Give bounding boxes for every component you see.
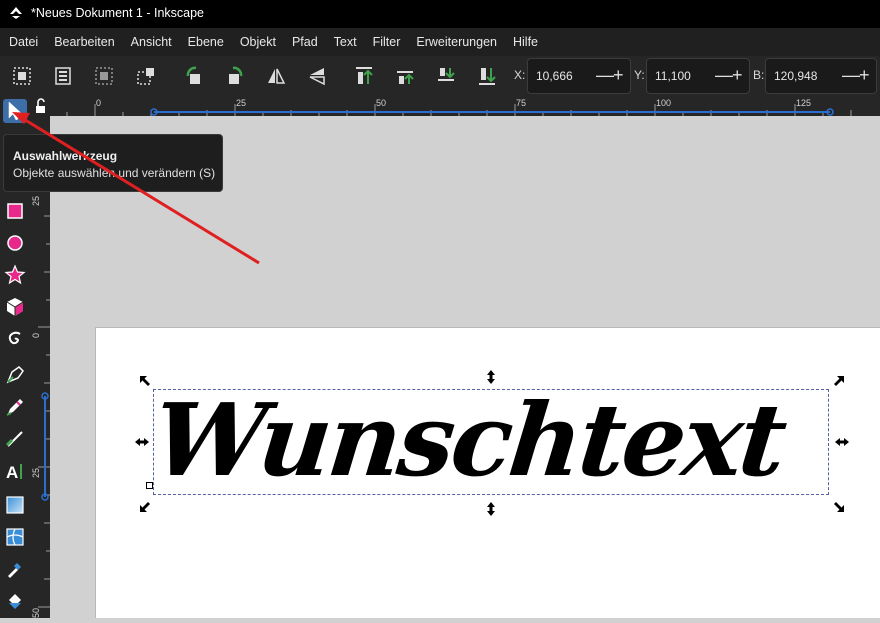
x-value: 10,666 [536, 69, 573, 83]
menu-erweiterungen[interactable]: Erweiterungen [407, 35, 504, 49]
deselect-icon[interactable] [92, 64, 116, 88]
gradient-tool-icon[interactable] [3, 493, 27, 517]
w-field[interactable]: 120,948 — + [765, 58, 877, 94]
menu-ebene[interactable]: Ebene [179, 35, 231, 49]
scale-handle-top-left-icon[interactable] [138, 374, 154, 390]
h-ruler-label: 0 [96, 98, 102, 108]
ruler-corner [30, 96, 50, 116]
pencil-tool-icon[interactable] [3, 395, 27, 419]
y-value: 11,100 [655, 69, 691, 83]
pen-tool-icon[interactable] [3, 363, 27, 387]
rotation-center-marker[interactable] [146, 482, 153, 489]
menu-pfad[interactable]: Pfad [283, 35, 325, 49]
v-ruler-label: 50 [31, 607, 41, 618]
scale-handle-bottom-left-icon[interactable] [138, 498, 154, 514]
menu-objekt[interactable]: Objekt [231, 35, 283, 49]
calligraphy-tool-icon[interactable] [3, 427, 27, 451]
select-tool-icon[interactable] [3, 99, 27, 123]
lock-icon[interactable] [30, 96, 50, 116]
x-minus-button[interactable]: — [596, 65, 614, 85]
raise-to-top-icon[interactable] [352, 64, 376, 88]
lower-to-bottom-icon[interactable] [475, 64, 499, 88]
rotate-cw-icon[interactable] [223, 64, 247, 88]
text-tool-icon[interactable]: A [3, 459, 27, 483]
menu-bearbeiten[interactable]: Bearbeiten [45, 35, 121, 49]
h-ruler-label: 75 [516, 98, 527, 108]
dropper-tool-icon[interactable] [3, 557, 27, 581]
horizontal-ruler-ticks [66, 104, 852, 116]
w-label: B: [753, 68, 765, 82]
flip-vertical-icon[interactable] [305, 64, 329, 88]
window-title: *Neues Dokument 1 - Inkscape [31, 6, 205, 20]
select-all-layers-icon[interactable] [51, 64, 75, 88]
h-ruler-label: 125 [796, 98, 812, 108]
y-plus-button[interactable]: + [732, 65, 743, 85]
3dbox-tool-icon[interactable] [3, 295, 27, 319]
menu-bar: Datei Bearbeiten Ansicht Ebene Objekt Pf… [0, 28, 880, 56]
menu-ansicht[interactable]: Ansicht [122, 35, 179, 49]
scale-handle-right-icon[interactable] [834, 434, 850, 450]
spiral-tool-icon[interactable] [3, 327, 27, 351]
h-ruler-label: 100 [656, 98, 672, 108]
w-plus-button[interactable]: + [859, 65, 870, 85]
v-ruler-label: 0 [31, 332, 41, 338]
mesh-tool-icon[interactable] [3, 525, 27, 549]
lower-icon[interactable] [434, 64, 458, 88]
scale-handle-bottom-icon[interactable] [483, 501, 499, 517]
canvas-text-object[interactable]: Wunschtext [147, 370, 791, 510]
inkscape-logo-icon [10, 7, 22, 19]
tool-controls-bar: X: 10,666 — + Y: 11,100 — + B: 120,948 —… [0, 56, 880, 96]
y-minus-button[interactable]: — [715, 65, 733, 85]
scale-handle-bottom-right-icon[interactable] [830, 498, 846, 514]
menu-datei[interactable]: Datei [0, 35, 45, 49]
rect-tool-icon[interactable] [3, 199, 27, 223]
tooltip-title: Auswahlwerkzeug [13, 149, 118, 163]
h-ruler-label: 25 [236, 98, 247, 108]
scale-handle-top-icon[interactable] [483, 369, 499, 385]
rotate-ccw-icon[interactable] [182, 64, 206, 88]
tooltip-description: Objekte auswählen und verändern (S) [13, 166, 216, 180]
raise-icon[interactable] [393, 64, 417, 88]
touch-select-icon[interactable] [134, 64, 158, 88]
y-field[interactable]: 11,100 — + [646, 58, 750, 94]
scale-handle-left-icon[interactable] [134, 434, 150, 450]
select-all-icon[interactable] [10, 64, 34, 88]
h-ruler-label: 50 [376, 98, 387, 108]
w-value: 120,948 [774, 69, 818, 83]
x-label: X: [514, 68, 526, 82]
paint-bucket-tool-icon[interactable] [3, 589, 27, 613]
star-tool-icon[interactable] [3, 263, 27, 287]
v-ruler-label: 25 [31, 195, 41, 206]
flip-horizontal-icon[interactable] [264, 64, 288, 88]
circle-tool-icon[interactable] [3, 231, 27, 255]
v-ruler-label: 25 [31, 467, 41, 478]
menu-text[interactable]: Text [325, 35, 364, 49]
tooltip: Auswahlwerkzeug Objekte auswählen und ve… [3, 134, 223, 192]
x-plus-button[interactable]: + [613, 65, 624, 85]
horizontal-ruler[interactable]: 0 25 50 75 100 125 [50, 96, 880, 116]
svg-text:A: A [6, 463, 18, 482]
menu-hilfe[interactable]: Hilfe [504, 35, 545, 49]
x-field[interactable]: 10,666 — + [527, 58, 631, 94]
w-minus-button[interactable]: — [842, 65, 860, 85]
y-label: Y: [634, 68, 645, 82]
scale-handle-top-right-icon[interactable] [830, 374, 846, 390]
title-bar: *Neues Dokument 1 - Inkscape [0, 0, 880, 28]
menu-filter[interactable]: Filter [364, 35, 408, 49]
